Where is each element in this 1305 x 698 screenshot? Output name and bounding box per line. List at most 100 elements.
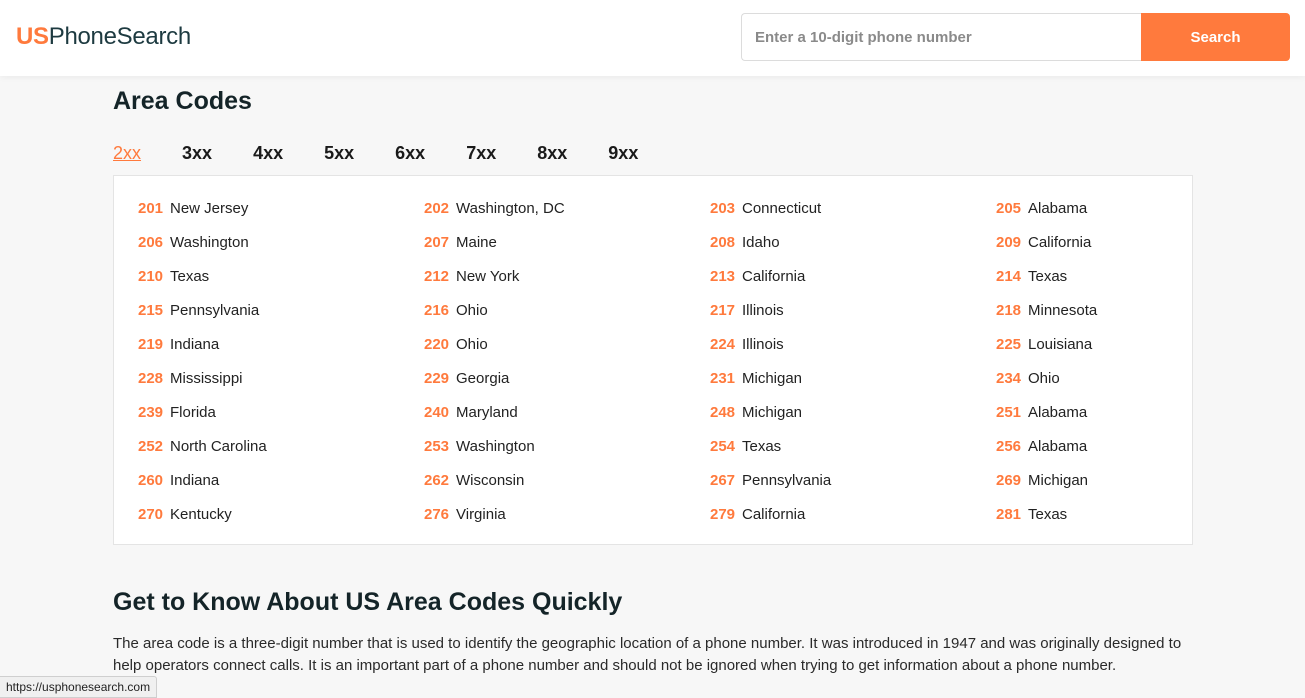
area-code-state: Kentucky (170, 505, 232, 523)
area-code-link[interactable]: 216 Ohio (424, 300, 710, 320)
area-code-number: 219 (138, 335, 164, 353)
area-code-state: Washington (170, 233, 249, 251)
area-code-link[interactable]: 281 Texas (996, 504, 1176, 524)
area-code-number: 208 (710, 233, 736, 251)
area-code-number: 251 (996, 403, 1022, 421)
tab-6xx[interactable]: 6xx (395, 142, 425, 164)
area-code-link[interactable]: 219 Indiana (138, 334, 424, 354)
area-code-state: Alabama (1028, 403, 1088, 421)
area-code-link[interactable]: 251 Alabama (996, 402, 1176, 422)
section-paragraph: The area code is a three-digit number th… (113, 635, 1182, 674)
area-code-number: 254 (710, 437, 736, 455)
area-code-state: Florida (170, 403, 216, 421)
area-code-number: 276 (424, 505, 450, 523)
area-code-link[interactable]: 256 Alabama (996, 436, 1176, 456)
area-code-state: California (1028, 233, 1092, 251)
area-code-link[interactable]: 252 North Carolina (138, 436, 424, 456)
logo-us: US (16, 23, 49, 50)
area-code-link[interactable]: 276 Virginia (424, 504, 710, 524)
area-code-link[interactable]: 220 Ohio (424, 334, 710, 354)
tab-2xx[interactable]: 2xx (113, 142, 141, 164)
area-code-link[interactable]: 239 Florida (138, 402, 424, 422)
area-code-link[interactable]: 279 California (710, 504, 996, 524)
area-code-state: New Jersey (170, 199, 249, 217)
tab-5xx[interactable]: 5xx (324, 142, 354, 164)
tab-9xx[interactable]: 9xx (608, 142, 638, 164)
area-code-link[interactable]: 240 Maryland (424, 402, 710, 422)
area-code-number: 215 (138, 301, 164, 319)
area-code-link[interactable]: 202 Washington, DC (424, 198, 710, 218)
site-header: USPhoneSearch Search (0, 0, 1305, 76)
area-codes-panel: 201 New Jersey 202 Washington, DC 203 Connect… (113, 175, 1193, 545)
area-code-link[interactable]: 267 Pennsylvania (710, 470, 996, 490)
area-code-state: Maryland (456, 403, 518, 421)
area-code-link[interactable]: 260 Indiana (138, 470, 424, 490)
area-code-number: 218 (996, 301, 1022, 319)
area-code-state: New York (456, 267, 520, 285)
area-code-number: 231 (710, 369, 736, 387)
section-title: Get to Know About US Area Codes Quickly (113, 588, 623, 616)
search-button[interactable]: Search (1141, 13, 1290, 61)
area-code-link[interactable]: 262 Wisconsin (424, 470, 710, 490)
area-code-state: Georgia (456, 369, 510, 387)
area-code-link[interactable]: 213 California (710, 266, 996, 286)
area-code-state: Alabama (1028, 437, 1088, 455)
area-code-number: 239 (138, 403, 164, 421)
area-code-state: Texas (1028, 267, 1068, 285)
area-code-link[interactable]: 207 Maine (424, 232, 710, 252)
area-code-state: Indiana (170, 335, 220, 353)
area-code-number: 212 (424, 267, 450, 285)
area-code-state: Idaho (742, 233, 780, 251)
area-code-number: 269 (996, 471, 1022, 489)
tab-7xx[interactable]: 7xx (466, 142, 496, 164)
logo-rest: PhoneSearch (48, 23, 191, 50)
area-code-link[interactable]: 212 New York (424, 266, 710, 286)
area-code-number: 201 (138, 199, 164, 217)
area-code-link[interactable]: 253 Washington (424, 436, 710, 456)
area-code-state: Minnesota (1028, 301, 1098, 319)
area-code-number: 281 (996, 505, 1022, 523)
area-code-state: Illinois (742, 335, 784, 353)
area-code-link[interactable]: 269 Michigan (996, 470, 1176, 490)
area-code-link[interactable]: 206 Washington (138, 232, 424, 252)
tab-8xx[interactable]: 8xx (537, 142, 567, 164)
area-code-number: 210 (138, 267, 164, 285)
area-code-number: 252 (138, 437, 164, 455)
area-code-state: Connecticut (742, 199, 822, 217)
site-logo[interactable]: USPhoneSearch (16, 23, 191, 51)
area-code-number: 234 (996, 369, 1022, 387)
area-code-link[interactable]: 248 Michigan (710, 402, 996, 422)
area-code-state: Texas (1028, 505, 1068, 523)
area-code-number: 206 (138, 233, 164, 251)
area-code-link[interactable]: 254 Texas (710, 436, 996, 456)
area-code-link[interactable]: 208 Idaho (710, 232, 996, 252)
area-code-link[interactable]: 209 California (996, 232, 1176, 252)
area-code-link[interactable]: 229 Georgia (424, 368, 710, 388)
area-code-link[interactable]: 201 New Jersey (138, 198, 424, 218)
area-code-state: Louisiana (1028, 335, 1093, 353)
area-code-number: 260 (138, 471, 164, 489)
area-code-link[interactable]: 270 Kentucky (138, 504, 424, 524)
area-code-link[interactable]: 228 Mississippi (138, 368, 424, 388)
area-code-state: Virginia (456, 505, 506, 523)
area-code-link[interactable]: 218 Minnesota (996, 300, 1176, 320)
area-code-link[interactable]: 203 Connecticut (710, 198, 996, 218)
tab-3xx[interactable]: 3xx (182, 142, 212, 164)
tab-4xx[interactable]: 4xx (253, 142, 283, 164)
area-code-link[interactable]: 225 Louisiana (996, 334, 1176, 354)
area-code-link[interactable]: 205 Alabama (996, 198, 1176, 218)
phone-number-input[interactable] (741, 13, 1141, 61)
area-code-number: 240 (424, 403, 450, 421)
area-code-link[interactable]: 231 Michigan (710, 368, 996, 388)
area-code-number: 205 (996, 199, 1022, 217)
area-code-link[interactable]: 210 Texas (138, 266, 424, 286)
area-code-state: Wisconsin (456, 471, 525, 489)
area-code-link[interactable]: 217 Illinois (710, 300, 996, 320)
area-code-state: Indiana (170, 471, 220, 489)
area-code-number: 228 (138, 369, 164, 387)
area-code-link[interactable]: 234 Ohio (996, 368, 1176, 388)
area-code-link[interactable]: 224 Illinois (710, 334, 996, 354)
area-code-link[interactable]: 215 Pennsylvania (138, 300, 424, 320)
area-code-number: 207 (424, 233, 450, 251)
area-code-link[interactable]: 214 Texas (996, 266, 1176, 286)
